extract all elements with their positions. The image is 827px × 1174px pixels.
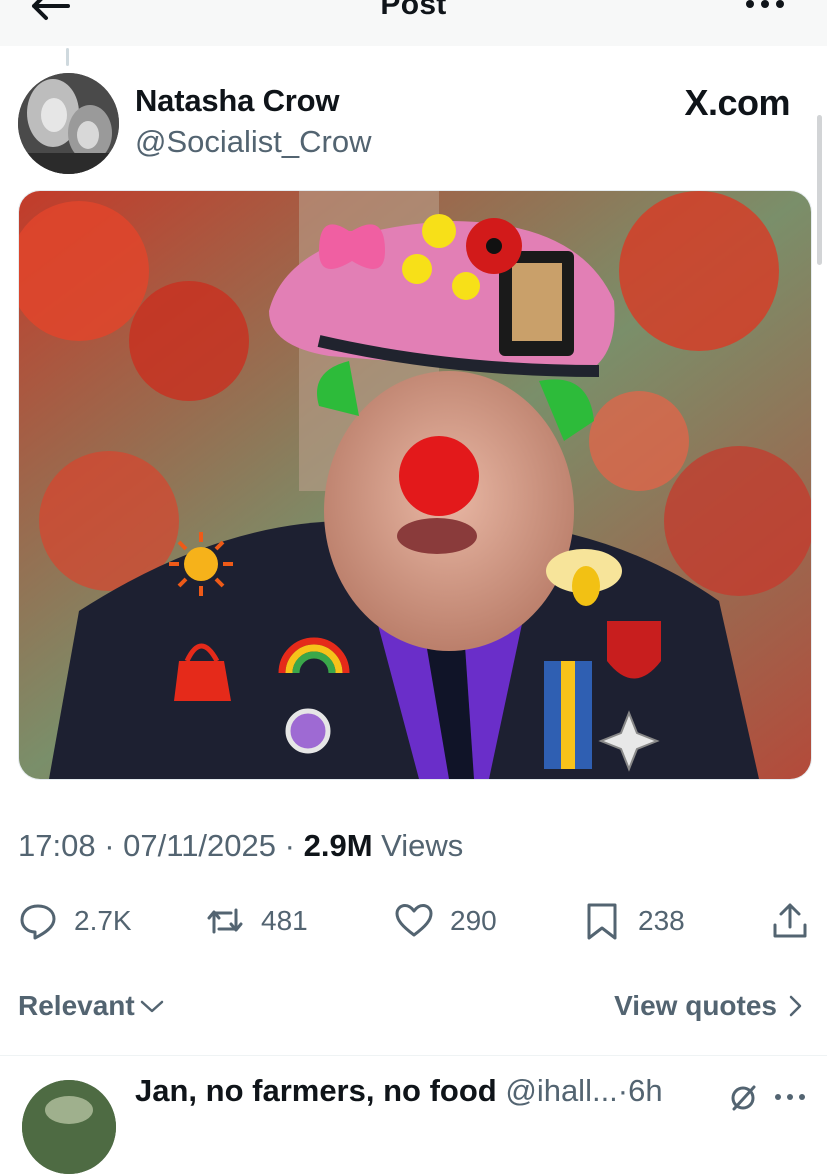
- more-icon[interactable]: [773, 1090, 807, 1104]
- bookmark-button[interactable]: 238: [582, 896, 685, 946]
- like-count: 290: [450, 905, 497, 936]
- action-bar: 2.7K 481 290 238: [0, 896, 827, 946]
- author-handle[interactable]: @Socialist_Crow: [135, 124, 371, 160]
- top-nav-bar: Post: [0, 0, 827, 46]
- chevron-down-icon: [140, 1000, 163, 1013]
- like-icon: [395, 904, 433, 937]
- author-display-name[interactable]: Natasha Crow: [135, 83, 340, 119]
- reply-author-handle[interactable]: @ihall...: [505, 1073, 617, 1108]
- share-button[interactable]: [770, 896, 826, 946]
- more-icon[interactable]: [743, 0, 787, 16]
- bookmark-count: 238: [638, 905, 685, 936]
- view-quotes-link[interactable]: View quotes: [614, 990, 805, 1022]
- views-count[interactable]: 2.9M: [304, 828, 373, 863]
- xcom-watermark: X.com: [684, 82, 790, 123]
- post-date: 07/11/2025: [123, 828, 277, 863]
- view-quotes-label: View quotes: [614, 990, 777, 1021]
- views-label[interactable]: Views: [381, 828, 463, 863]
- replies-sort-dropdown[interactable]: Relevant: [18, 990, 165, 1022]
- repost-icon: [207, 908, 243, 934]
- chevron-right-icon: [789, 995, 802, 1017]
- like-button[interactable]: 290: [394, 896, 497, 946]
- reply-avatar[interactable]: [22, 1080, 116, 1174]
- post-image[interactable]: [18, 190, 812, 780]
- post-meta: 17:08 · 07/11/2025 · 2.9M Views: [18, 828, 464, 863]
- reply-button[interactable]: 2.7K: [18, 896, 132, 946]
- reply-icon: [20, 904, 56, 940]
- page-title: Post: [380, 0, 447, 21]
- reply-author-name[interactable]: Jan, no farmers, no food: [135, 1073, 497, 1108]
- divider: [0, 1055, 827, 1056]
- reply-time: 6h: [628, 1073, 663, 1108]
- replies-sort-label: Relevant: [18, 990, 135, 1021]
- reply-header: Jan, no farmers, no food @ihall...·6h: [135, 1073, 663, 1108]
- repost-button[interactable]: 481: [205, 896, 308, 946]
- post-time: 17:08: [18, 828, 96, 863]
- reply-count: 2.7K: [74, 905, 132, 936]
- author-avatar[interactable]: [18, 73, 119, 174]
- repost-count: 481: [261, 905, 308, 936]
- thread-connector: [66, 48, 69, 66]
- share-icon: [773, 903, 807, 938]
- scrollbar[interactable]: [817, 115, 822, 265]
- bookmark-icon: [587, 903, 617, 940]
